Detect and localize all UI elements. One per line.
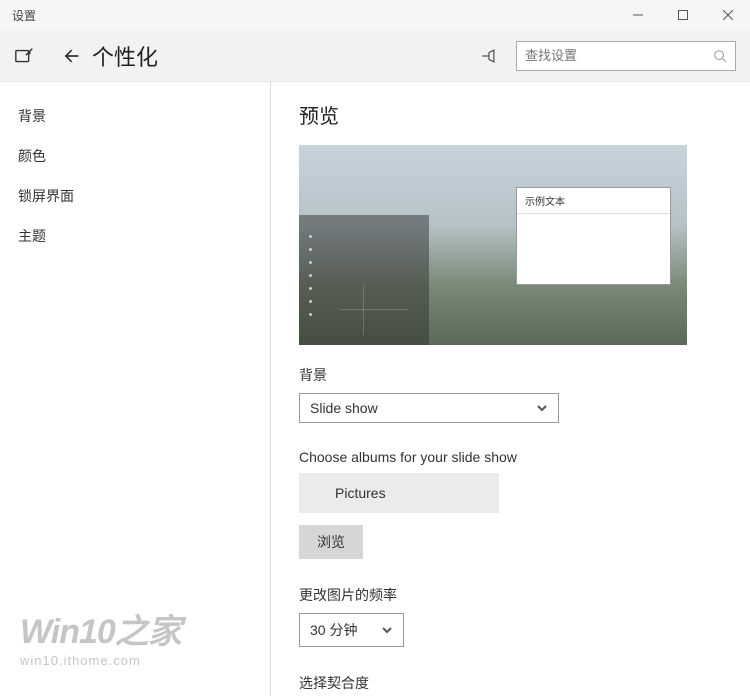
sidebar-item-lockscreen[interactable]: 锁屏界面 [0, 176, 270, 216]
arrow-left-icon [60, 46, 80, 66]
sidebar: 背景 颜色 锁屏界面 主题 [0, 82, 270, 696]
frequency-value: 30 分钟 [310, 620, 357, 640]
preview-sample-window: 示例文本 [516, 187, 671, 285]
frequency-field: 更改图片的频率 30 分钟 [299, 585, 722, 647]
frequency-dropdown[interactable]: 30 分钟 [299, 613, 404, 647]
back-button[interactable] [56, 42, 84, 70]
album-folder[interactable]: Pictures [299, 473, 499, 513]
titlebar: 设置 [0, 0, 750, 30]
search-box[interactable] [516, 41, 736, 71]
fit-label: 选择契合度 [299, 673, 722, 693]
sidebar-item-colors[interactable]: 颜色 [0, 136, 270, 176]
pin-icon[interactable] [478, 46, 498, 66]
desktop-preview: 示例文本 [299, 145, 687, 345]
search-icon [713, 49, 727, 63]
background-field: 背景 Slide show [299, 365, 722, 423]
titlebar-controls [615, 0, 750, 30]
browse-button[interactable]: 浏览 [299, 525, 363, 559]
search-input[interactable] [525, 48, 713, 63]
preview-startmenu [299, 215, 429, 345]
background-value: Slide show [310, 400, 378, 416]
chevron-down-icon [536, 402, 548, 414]
albums-field: Choose albums for your slide show Pictur… [299, 449, 722, 559]
albums-label: Choose albums for your slide show [299, 449, 722, 465]
sidebar-item-background[interactable]: 背景 [0, 96, 270, 136]
minimize-button[interactable] [615, 0, 660, 30]
preview-title: 预览 [299, 100, 722, 129]
body-area: 背景 颜色 锁屏界面 主题 预览 示例文本 背景 Slide show [0, 82, 750, 696]
preview-sample-text: 示例文本 [517, 188, 670, 214]
background-dropdown[interactable]: Slide show [299, 393, 559, 423]
titlebar-title: 设置 [0, 7, 615, 24]
close-button[interactable] [705, 0, 750, 30]
chevron-down-icon [381, 624, 393, 636]
maximize-button[interactable] [660, 0, 705, 30]
feedback-icon[interactable] [14, 45, 36, 67]
page-title: 个性化 [92, 40, 478, 72]
frequency-label: 更改图片的频率 [299, 585, 722, 605]
header: 个性化 [0, 30, 750, 82]
fit-field: 选择契合度 填充 [299, 673, 722, 696]
background-label: 背景 [299, 365, 722, 385]
content: 预览 示例文本 背景 Slide show Choose albums for … [271, 82, 750, 696]
sidebar-item-themes[interactable]: 主题 [0, 216, 270, 256]
